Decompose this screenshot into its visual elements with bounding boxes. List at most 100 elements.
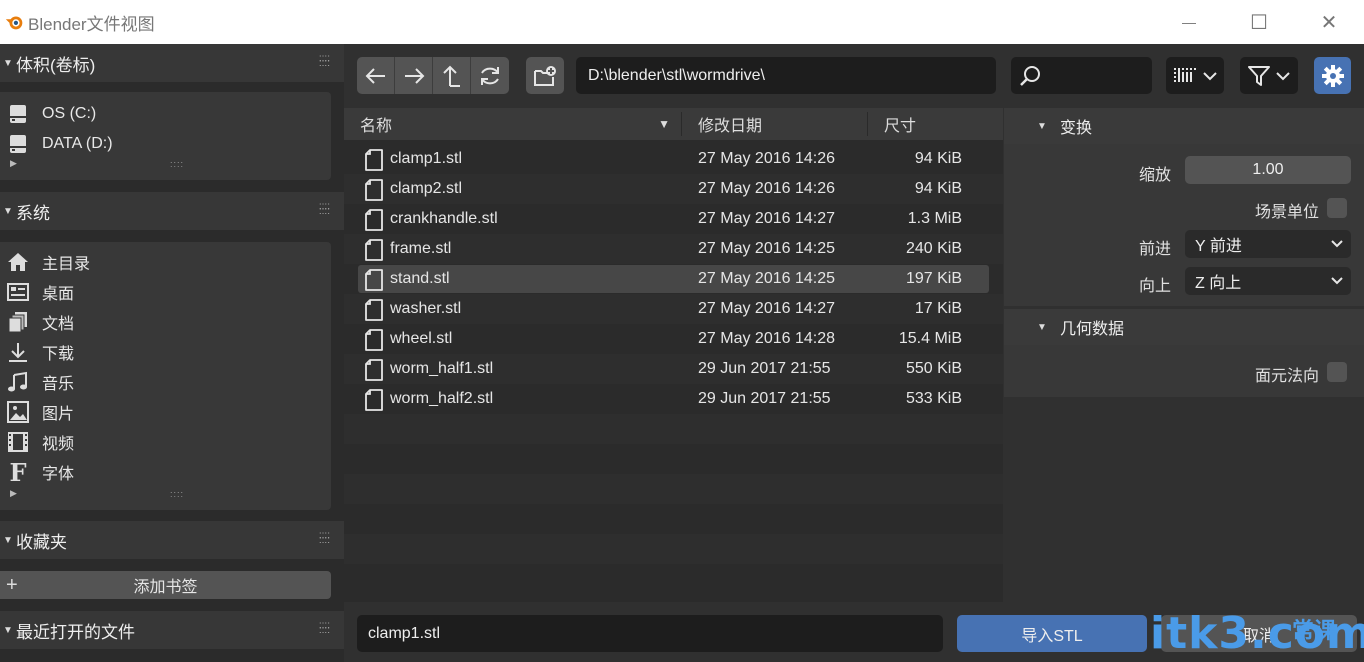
drag-grip-icon[interactable]: :::::::: [319, 531, 330, 546]
sidebar-item-videos[interactable]: 视频 [6, 428, 74, 456]
collapse-triangle-icon[interactable]: ▼ [0, 206, 16, 217]
collapse-triangle-icon[interactable]: ▼ [0, 625, 16, 636]
blender-logo-icon [5, 16, 23, 30]
forward-axis-select[interactable]: Y 前进 [1185, 230, 1351, 258]
drag-grip-icon[interactable]: :::::::: [319, 202, 330, 217]
collapse-triangle-icon[interactable]: ▼ [0, 58, 16, 69]
watermark-logo-cn: 常课 [1292, 618, 1337, 643]
sidebar-item-home[interactable]: 主目录 [6, 248, 90, 276]
forward-button[interactable] [395, 57, 433, 94]
scene-unit-checkbox[interactable] [1327, 198, 1347, 218]
section-favorites-header[interactable]: ▼ 收藏夹 :::::::: [0, 521, 344, 559]
scale-label: 缩放 [1138, 167, 1171, 184]
settings-toggle-button[interactable] [1314, 57, 1351, 94]
file-row[interactable]: wheel.stl 27 May 2016 14:28 15.4 MiB [344, 324, 1003, 354]
row-highlight [358, 265, 989, 293]
filename-input[interactable]: clamp1.stl [357, 615, 943, 652]
column-size-header[interactable]: 尺寸 [884, 108, 984, 140]
drive-icon [6, 102, 30, 126]
up-axis-label: 向上 [1138, 278, 1171, 295]
sidebar-item-label: 音乐 [42, 376, 75, 393]
collapse-triangle-icon[interactable]: ▼ [1004, 322, 1060, 333]
documents-icon [6, 310, 30, 334]
expand-more-icon[interactable]: ▶ [10, 488, 17, 499]
sidebar-item-downloads[interactable]: 下载 [6, 338, 74, 366]
section-recent-header[interactable]: ▼ 最近打开的文件 :::::::: [0, 611, 344, 649]
file-row[interactable]: stand.stl 27 May 2016 14:25 197 KiB [344, 264, 1003, 294]
resize-grip-icon[interactable]: :::: [170, 490, 184, 499]
window-title: Blender文件视图 [28, 14, 155, 34]
scale-field[interactable]: 1.00 [1185, 156, 1351, 184]
sidebar-item-data-d[interactable]: DATA (D:) [6, 130, 113, 158]
filter-dropdown[interactable] [1240, 57, 1298, 94]
parent-directory-button[interactable] [433, 57, 471, 94]
sidebar-item-music[interactable]: 音乐 [6, 368, 74, 396]
sidebar-item-label: OS (C:) [42, 105, 97, 122]
drag-grip-icon[interactable]: :::::::: [319, 621, 330, 636]
file-name: frame.stl [390, 240, 452, 257]
chevron-down-icon [1331, 240, 1343, 248]
file-date: 27 May 2016 14:25 [698, 240, 835, 257]
geometry-panel-header[interactable]: ▼ 几何数据 [1004, 309, 1364, 345]
section-system-header[interactable]: ▼ 系统 :::::::: [0, 192, 344, 230]
add-bookmark-button[interactable]: + 添加书签 [0, 571, 331, 599]
file-list: 名称 ▼ 修改日期 尺寸 clamp1.stl 27 May 2016 14:26… [344, 108, 1003, 602]
empty-row [344, 504, 1003, 534]
column-date-header[interactable]: 修改日期 [698, 108, 858, 140]
file-size: 94 KiB [914, 180, 962, 197]
drag-grip-icon[interactable]: :::::::: [319, 54, 330, 69]
arrow-left-icon [365, 67, 385, 84]
file-name: clamp2.stl [390, 180, 463, 197]
file-toolbar: D:\blender\stl\wormdrive\ [344, 44, 1364, 108]
column-separator[interactable] [867, 112, 868, 136]
collapse-triangle-icon[interactable]: ▼ [1004, 121, 1060, 132]
maximize-button[interactable]: ☐ [1236, 0, 1282, 44]
collapse-triangle-icon[interactable]: ▼ [0, 535, 16, 546]
scale-value: 1.00 [1252, 161, 1284, 178]
sidebar-item-fonts[interactable]: F 字体 [6, 457, 75, 487]
sidebar-item-documents[interactable]: 文档 [6, 308, 74, 336]
sidebar-item-os-c[interactable]: OS (C:) [6, 100, 96, 128]
path-input[interactable]: D:\blender\stl\wormdrive\ [576, 57, 996, 94]
file-row[interactable]: clamp1.stl 27 May 2016 14:26 94 KiB [344, 144, 1003, 174]
file-row[interactable]: frame.stl 27 May 2016 14:25 240 KiB [344, 234, 1003, 264]
file-size: 550 KiB [905, 360, 962, 377]
forward-axis-value: Y 前进 [1195, 238, 1242, 255]
file-date: 27 May 2016 14:26 [698, 180, 835, 197]
search-input[interactable] [1011, 57, 1152, 94]
sidebar-item-label: 字体 [42, 466, 75, 483]
sidebar-item-pictures[interactable]: 图片 [6, 398, 74, 426]
file-name: stand.stl [390, 270, 450, 287]
refresh-button[interactable] [471, 57, 509, 94]
sidebar: ▼ 体积(卷标) :::::::: OS (C:) DATA (D:) ▶ ::… [0, 44, 344, 662]
navigation-group [357, 57, 509, 94]
new-directory-button[interactable] [526, 57, 564, 94]
file-icon [365, 359, 383, 381]
chevron-down-icon [1276, 71, 1290, 80]
import-stl-button[interactable]: 导入STL [957, 615, 1147, 652]
file-row[interactable]: washer.stl 27 May 2016 14:27 17 KiB [344, 294, 1003, 324]
display-mode-dropdown[interactable] [1166, 57, 1224, 94]
up-axis-select[interactable]: Z 向上 [1185, 267, 1351, 295]
file-date: 27 May 2016 14:28 [698, 330, 835, 347]
section-volumes-header[interactable]: ▼ 体积(卷标) :::::::: [0, 44, 344, 82]
font-icon: F [9, 457, 27, 487]
expand-more-icon[interactable]: ▶ [10, 158, 17, 169]
column-name-header[interactable]: 名称 ▼ [360, 108, 680, 140]
resize-grip-icon[interactable]: :::: [170, 160, 184, 169]
back-button[interactable] [357, 57, 395, 94]
sidebar-item-desktop[interactable]: 桌面 [6, 278, 74, 306]
transform-panel-header[interactable]: ▼ 变换 [1004, 108, 1364, 144]
face-normals-checkbox[interactable] [1327, 362, 1347, 382]
file-row[interactable]: crankhandle.stl 27 May 2016 14:27 1.3 MiB [344, 204, 1003, 234]
column-size-label: 尺寸 [884, 118, 917, 135]
file-row[interactable]: worm_half1.stl 29 Jun 2017 21:55 550 KiB [344, 354, 1003, 384]
column-separator[interactable] [681, 112, 682, 136]
file-icon [365, 329, 383, 351]
file-row[interactable]: clamp2.stl 27 May 2016 14:26 94 KiB [344, 174, 1003, 204]
file-size: 240 KiB [905, 240, 962, 257]
close-button[interactable]: ✕ [1306, 0, 1352, 44]
system-panel: 主目录 桌面 文档 下载 音乐 图片 视频 F 字体 ▶:::: [0, 242, 331, 510]
minimize-button[interactable]: — [1166, 0, 1212, 44]
file-row[interactable]: worm_half2.stl 29 Jun 2017 21:55 533 KiB [344, 384, 1003, 414]
